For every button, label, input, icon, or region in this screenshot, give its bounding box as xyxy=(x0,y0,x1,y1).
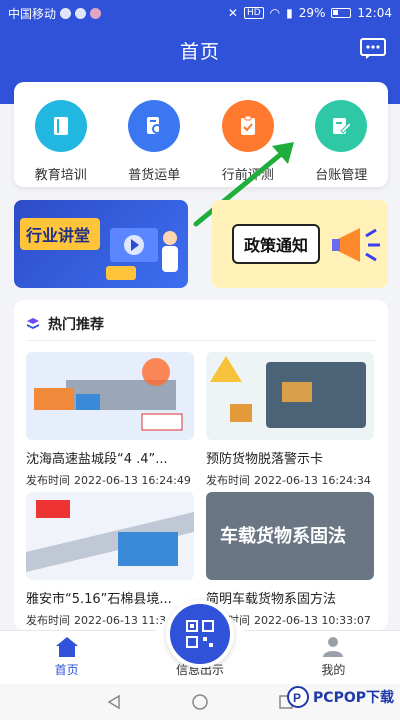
lecture-illustration-icon xyxy=(106,228,178,280)
nav-label: 首页 xyxy=(54,663,79,677)
qr-code-icon xyxy=(186,620,214,648)
quick-action-education[interactable]: 教育培训 xyxy=(16,100,106,183)
pcpop-logo-icon: P xyxy=(287,686,310,708)
news-title: 沈海高速盐城段“4 .4”... xyxy=(26,452,168,467)
page-title: 首页 xyxy=(179,40,220,63)
banner-title: 行业讲堂 xyxy=(20,218,101,250)
hd-label: HD xyxy=(243,7,264,19)
battery-percent: 29% xyxy=(298,6,326,20)
signal-icon: ▮ xyxy=(286,6,293,20)
banner-policy-notice[interactable]: 政策通知 xyxy=(212,200,388,288)
nav-label: 我的 xyxy=(321,663,346,677)
news-title: 预防货物脱落警示卡 xyxy=(206,452,324,467)
wifi-icon: ◠ xyxy=(269,6,281,20)
chat-icon xyxy=(75,7,87,19)
battery-icon xyxy=(331,8,352,18)
status-bar: 中国移动 ✕ HD ◠ ▮ 29% 12:04 xyxy=(0,0,400,26)
app-header: 首页 xyxy=(0,26,400,74)
book-icon xyxy=(34,100,87,152)
notification-icon xyxy=(60,7,72,19)
document-search-icon xyxy=(128,100,181,152)
hot-recommend-card: 热门推荐 沈海高速盐城段“4 .4”... 发布时间 2022-06-13 16:… xyxy=(14,300,388,630)
layers-icon xyxy=(27,318,39,329)
banner-industry-lecture[interactable]: 行业讲堂 xyxy=(14,200,188,288)
news-thumbnail: 车载货物系固法 xyxy=(206,492,374,580)
mute-icon: ✕ xyxy=(227,6,238,20)
watermark: P PCPOP下载 xyxy=(287,686,394,708)
svg-text:P: P xyxy=(293,691,301,705)
publish-time-label: 发布时间 xyxy=(26,614,70,627)
news-thumbnail xyxy=(26,492,194,580)
publish-time: 2022-06-13 10:33:07 xyxy=(254,614,371,627)
carrier-label: 中国移动 xyxy=(8,6,57,21)
news-title: 简明车载货物系固方法 xyxy=(206,592,337,607)
watermark-text: PCPOP下载 xyxy=(313,690,394,706)
news-item[interactable]: 雅安市“5.16”石棉县境... 发布时间 2022-06-13 11:3 xyxy=(26,492,194,628)
message-icon[interactable] xyxy=(360,38,386,60)
quick-action-label: 普货运单 xyxy=(128,168,181,183)
publish-time: 2022-06-13 11:3 xyxy=(74,614,167,627)
edit-note-icon xyxy=(315,100,368,152)
news-meta: 发布时间 2022-06-13 16:24:34 xyxy=(206,472,374,488)
publish-time-label: 发布时间 xyxy=(26,474,70,487)
news-item[interactable]: 预防货物脱落警示卡 发布时间 2022-06-13 16:24:34 xyxy=(206,352,374,488)
hot-header: 热门推荐 xyxy=(26,314,104,334)
nav-mine[interactable]: 我的 xyxy=(267,631,400,684)
back-icon[interactable] xyxy=(106,694,122,710)
app-notification-icon xyxy=(90,7,102,19)
home-circle-icon[interactable] xyxy=(192,694,208,710)
section-title: 热门推荐 xyxy=(48,317,104,333)
news-thumbnail xyxy=(26,352,194,440)
publish-time: 2022-06-13 16:24:49 xyxy=(74,474,191,487)
news-meta: 发布时间 2022-06-13 16:24:49 xyxy=(26,472,194,488)
megaphone-icon xyxy=(332,228,380,262)
publish-time-label: 发布时间 xyxy=(206,474,250,487)
qr-code-button[interactable] xyxy=(166,600,234,668)
news-item[interactable]: 沈海高速盐城段“4 .4”... 发布时间 2022-06-13 16:24:49 xyxy=(26,352,194,488)
news-title: 雅安市“5.16”石棉县境... xyxy=(26,592,172,607)
nav-home[interactable]: 首页 xyxy=(0,631,133,684)
quick-action-waybill[interactable]: 普货运单 xyxy=(109,100,199,183)
banner-title: 政策通知 xyxy=(232,224,321,264)
news-thumbnail xyxy=(206,352,374,440)
publish-time: 2022-06-13 16:24:34 xyxy=(254,474,371,487)
quick-action-ledger[interactable]: 台账管理 xyxy=(296,100,386,183)
user-icon xyxy=(323,637,344,657)
news-item[interactable]: 车载货物系固法 简明车载货物系固方法 发布时间2022-06-13 10:33:… xyxy=(206,492,374,628)
quick-action-label: 台账管理 xyxy=(315,168,368,183)
divider xyxy=(26,340,376,341)
thumbnail-caption: 车载货物系固法 xyxy=(220,526,346,547)
quick-action-label: 教育培训 xyxy=(34,168,87,183)
clock: 12:04 xyxy=(357,6,392,20)
home-icon xyxy=(55,637,78,657)
